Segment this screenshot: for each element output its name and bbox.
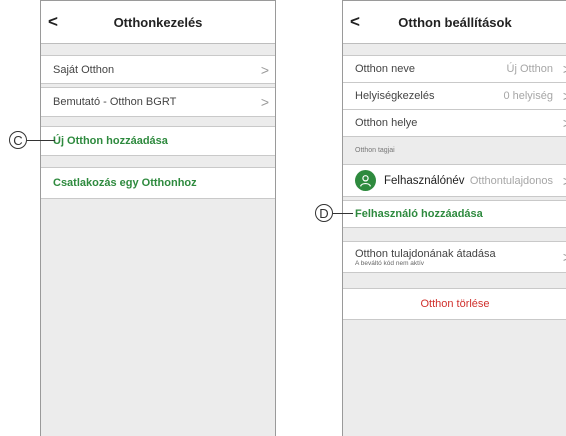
members-section-label: Otthon tagjai (355, 147, 395, 154)
delete-home-label: Otthon törlése (420, 298, 490, 310)
home-item-demo[interactable]: Bemutató - Otthon BGRT > (41, 87, 275, 117)
header: < Otthon beállítások (343, 1, 566, 44)
callout-d-line (333, 213, 353, 214)
back-chevron-icon[interactable]: < (350, 12, 360, 32)
back-chevron-icon[interactable]: < (48, 12, 58, 32)
callout-c-line (27, 140, 55, 141)
add-home-label: Új Otthon hozzáadása (53, 135, 168, 147)
callout-d-letter: D (319, 205, 329, 221)
join-home-button[interactable]: Csatlakozás egy Otthonhoz (41, 167, 275, 199)
transfer-sublabel: A beváltó kód nem aktív (355, 259, 425, 267)
callout-d: D (315, 204, 333, 222)
join-home-label: Csatlakozás egy Otthonhoz (53, 177, 197, 189)
transfer-ownership-row[interactable]: Otthon tulajdonának átadása A beváltó kó… (343, 241, 566, 273)
home-name-label: Otthon neve (355, 63, 415, 75)
home-location-label: Otthon helye (355, 117, 418, 129)
callout-c-letter: C (13, 132, 23, 148)
user-avatar-icon (355, 170, 376, 191)
page-title: Otthon beállítások (398, 14, 512, 30)
room-count-value: 0 helyiség (503, 90, 553, 102)
user-row[interactable]: Felhasználónév Otthontulajdonos > (343, 164, 566, 197)
home-name-row[interactable]: Otthon neve Új Otthon > (343, 55, 566, 82)
home-location-row[interactable]: Otthon helye > (343, 109, 566, 137)
home-item-label: Saját Otthon (53, 63, 115, 76)
header: < Otthonkezelés (41, 1, 275, 44)
home-settings-screen: < Otthon beállítások Otthon neve Új Otth… (342, 0, 566, 436)
home-item-own[interactable]: Saját Otthon > (41, 55, 275, 84)
page-title: Otthonkezelés (113, 14, 203, 30)
add-user-button[interactable]: Felhasználó hozzáadása (343, 200, 566, 228)
user-name: Felhasználónév (384, 174, 465, 187)
add-user-label: Felhasználó hozzáadása (355, 208, 483, 220)
room-management-label: Helyiségkezelés (355, 90, 435, 102)
callout-c: C (9, 131, 27, 149)
transfer-label: Otthon tulajdonának átadása (355, 247, 496, 260)
chevron-right-icon: > (260, 61, 269, 78)
home-item-label: Bemutató - Otthon BGRT (53, 96, 177, 108)
home-name-value: Új Otthon (506, 63, 553, 75)
room-management-row[interactable]: Helyiségkezelés 0 helyiség > (343, 82, 566, 109)
delete-home-button[interactable]: Otthon törlése (343, 288, 566, 320)
add-home-button[interactable]: Új Otthon hozzáadása (41, 126, 275, 156)
chevron-right-icon: > (260, 94, 269, 110)
user-role: Otthontulajdonos (469, 174, 553, 187)
home-management-screen: < Otthonkezelés Saját Otthon > Bemutató … (40, 0, 276, 436)
